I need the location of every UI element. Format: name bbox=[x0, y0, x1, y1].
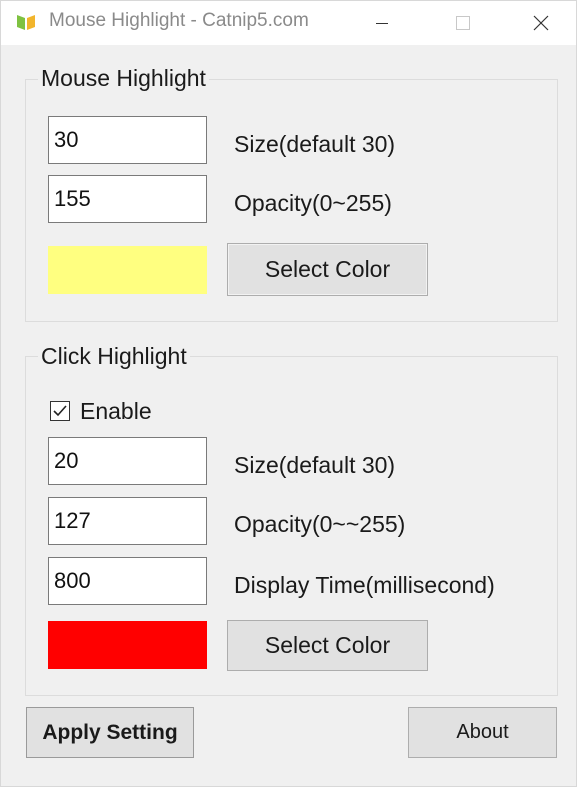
click-highlight-group-title: Click Highlight bbox=[38, 342, 190, 370]
mouse-size-label: Size(default 30) bbox=[234, 131, 396, 157]
click-select-color-button[interactable]: Select Color bbox=[227, 620, 428, 671]
maximize-icon bbox=[456, 16, 470, 30]
title-bar[interactable]: Mouse Highlight - Catnip5.com bbox=[1, 1, 576, 45]
click-opacity-input[interactable] bbox=[48, 497, 207, 545]
display-time-label: Display Time(millisecond) bbox=[234, 572, 495, 598]
mouse-size-input[interactable] bbox=[48, 116, 207, 164]
about-button[interactable]: About bbox=[408, 707, 557, 758]
mouse-opacity-label: Opacity(0~255) bbox=[234, 190, 392, 216]
window-title: Mouse Highlight - Catnip5.com bbox=[49, 10, 309, 31]
mouse-opacity-input[interactable] bbox=[48, 175, 207, 223]
close-button[interactable] bbox=[513, 1, 569, 45]
click-opacity-label: Opacity(0~~255) bbox=[234, 511, 406, 537]
mouse-select-color-button[interactable]: Select Color bbox=[227, 243, 428, 296]
enable-checkbox-label[interactable]: Enable bbox=[80, 397, 152, 425]
minimize-icon bbox=[376, 23, 388, 24]
click-color-swatch bbox=[48, 621, 207, 669]
close-icon bbox=[533, 15, 549, 31]
click-size-label: Size(default 30) bbox=[234, 452, 396, 478]
click-size-input[interactable] bbox=[48, 437, 207, 485]
mouse-color-swatch bbox=[48, 246, 207, 294]
app-logo-icon bbox=[17, 15, 35, 30]
display-time-input[interactable] bbox=[48, 557, 207, 605]
mouse-highlight-group-title: Mouse Highlight bbox=[38, 64, 209, 92]
maximize-button[interactable] bbox=[435, 1, 491, 45]
enable-checkbox[interactable] bbox=[50, 401, 70, 421]
apply-setting-button[interactable]: Apply Setting bbox=[26, 707, 194, 758]
checkmark-icon bbox=[53, 405, 67, 417]
minimize-button[interactable] bbox=[354, 1, 410, 45]
app-window: Mouse Highlight - Catnip5.com Mouse High… bbox=[0, 0, 577, 787]
